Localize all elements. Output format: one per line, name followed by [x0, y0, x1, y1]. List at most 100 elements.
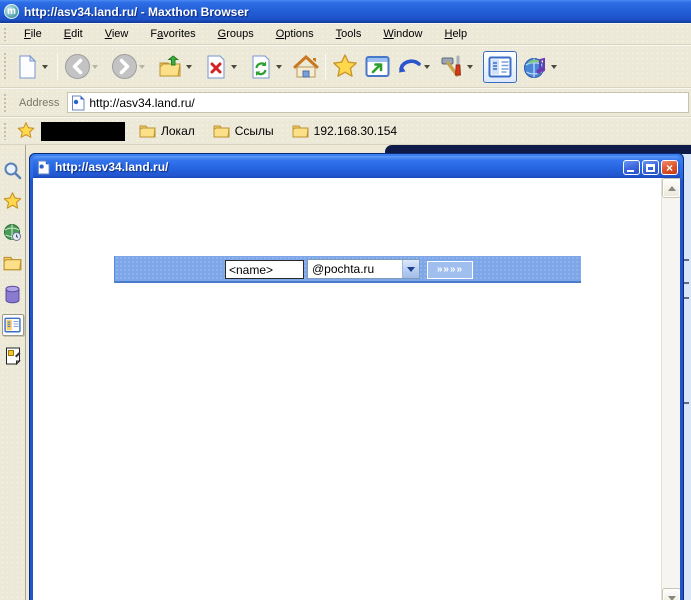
refresh-icon: [252, 55, 270, 78]
media-globe-icon: [524, 57, 546, 78]
scroll-down-button[interactable]: [663, 589, 680, 600]
history-globe-icon: [4, 223, 21, 241]
new-page-icon: [19, 54, 37, 78]
favorites-button[interactable]: [331, 52, 359, 82]
window-title: http://asv34.land.ru/ - Maxthon Browser: [24, 4, 249, 19]
sidebar-item-history[interactable]: [2, 221, 24, 243]
menu-edit[interactable]: Edit: [53, 25, 94, 43]
menu-file[interactable]: File: [13, 25, 53, 43]
sidebar-panel-icon: [488, 56, 512, 77]
workspace: http://asv34.land.ru/ × @pochta.ru »»»»: [0, 145, 691, 600]
chevron-down-icon: [407, 266, 415, 272]
notes-icon: [5, 347, 21, 365]
child-close-button[interactable]: ×: [661, 159, 678, 175]
sidebar-item-feeds[interactable]: [2, 283, 24, 305]
menu-help[interactable]: Help: [433, 25, 478, 43]
favorites-star-icon[interactable]: [17, 122, 35, 140]
favorites-folder-label: 192.168.30.154: [313, 124, 398, 138]
addressbar-grip[interactable]: [3, 93, 8, 112]
resize-window-button[interactable]: [363, 52, 391, 82]
cylinder-icon: [5, 285, 20, 303]
domain-select-value: @pochta.ru: [312, 262, 375, 276]
stop-dropdown[interactable]: [231, 64, 237, 69]
menu-window[interactable]: Window: [372, 25, 433, 43]
open-folder-icon: [3, 256, 22, 271]
favorites-folder-label: Ссылы: [234, 124, 274, 138]
child-browser-window: http://asv34.land.ru/ × @pochta.ru »»»»: [29, 153, 684, 600]
undo-dropdown[interactable]: [424, 64, 430, 69]
back-dropdown[interactable]: [92, 64, 98, 69]
address-input[interactable]: [89, 94, 688, 111]
refresh-dropdown[interactable]: [276, 64, 282, 69]
chevron-down-icon: [667, 595, 676, 600]
tools-dropdown[interactable]: [467, 64, 473, 69]
sidebar: [0, 145, 26, 600]
home-button[interactable]: [292, 52, 320, 82]
menu-bar: File Edit View Favorites Groups Options …: [0, 23, 691, 45]
sidebar-item-favorites[interactable]: [2, 190, 24, 212]
child-window-title: http://asv34.land.ru/: [55, 160, 169, 174]
sidebar-item-folders[interactable]: [2, 252, 24, 274]
vertical-scrollbar[interactable]: [661, 178, 680, 600]
domain-select-arrow[interactable]: [402, 260, 419, 278]
forward-dropdown[interactable]: [139, 64, 145, 69]
redacted-favorite[interactable]: [41, 121, 125, 141]
search-icon: [4, 162, 22, 179]
minimize-icon: [627, 169, 634, 172]
menu-groups[interactable]: Groups: [207, 25, 265, 43]
stop-button[interactable]: [202, 52, 230, 82]
new-page-dropdown[interactable]: [42, 64, 48, 69]
folder-icon: [213, 125, 230, 138]
open-in-folder-dropdown[interactable]: [186, 64, 192, 69]
domain-select[interactable]: @pochta.ru: [307, 259, 420, 279]
menu-favorites[interactable]: Favorites: [139, 25, 206, 43]
window-titlebar: m http://asv34.land.ru/ - Maxthon Browse…: [0, 0, 691, 23]
page-icon: [72, 95, 85, 110]
favorites-bar: Локал Ссылы 192.168.30.154: [0, 117, 691, 145]
close-icon: ×: [665, 160, 673, 175]
refresh-button[interactable]: [247, 52, 275, 82]
new-page-button[interactable]: [13, 52, 41, 82]
favbar-grip[interactable]: [3, 121, 8, 141]
list-panel-icon: [4, 317, 21, 333]
menu-tools[interactable]: Tools: [325, 25, 373, 43]
toolbar: [0, 45, 691, 88]
maxthon-logo-icon: m: [4, 4, 19, 19]
back-icon: [64, 54, 90, 79]
toolbar-separator: [325, 53, 326, 80]
menubar-grip[interactable]: [3, 27, 8, 41]
media-globe-button[interactable]: [522, 52, 550, 82]
child-minimize-button[interactable]: [623, 159, 640, 175]
resize-window-icon: [365, 56, 389, 77]
sidebar-item-list-panel[interactable]: [1, 314, 24, 336]
open-in-folder-button[interactable]: [157, 52, 185, 82]
forward-icon: [111, 54, 137, 79]
back-button[interactable]: [63, 52, 91, 82]
go-button[interactable]: »»»»: [427, 261, 473, 279]
scroll-up-button[interactable]: [663, 179, 680, 197]
background-window-sliver: [683, 154, 691, 600]
folder-icon: [139, 125, 156, 138]
name-input[interactable]: [225, 260, 304, 279]
menu-options[interactable]: Options: [265, 25, 325, 43]
sidebar-toggle-button[interactable]: [483, 50, 517, 83]
child-window-titlebar[interactable]: http://asv34.land.ru/ ×: [33, 156, 680, 178]
maximize-icon: [646, 163, 655, 172]
undo-button[interactable]: [395, 52, 423, 82]
forward-button[interactable]: [110, 52, 138, 82]
sidebar-item-search[interactable]: [2, 159, 24, 181]
address-input-wrap: [67, 92, 689, 113]
star-icon: [3, 191, 22, 209]
menu-view[interactable]: View: [94, 25, 140, 43]
favorites-folder-ip[interactable]: 192.168.30.154: [286, 122, 409, 140]
toolbar-grip[interactable]: [3, 52, 8, 81]
media-globe-dropdown[interactable]: [551, 64, 557, 69]
address-bar: Address: [0, 88, 691, 117]
favorites-folder-ssyly[interactable]: Ссылы: [207, 122, 286, 140]
sidebar-item-notes[interactable]: [2, 345, 24, 367]
favorites-folder-lokal[interactable]: Локал: [133, 122, 207, 140]
star-icon: [333, 53, 357, 77]
open-folder-icon: [159, 54, 181, 76]
tools-button[interactable]: [438, 52, 466, 82]
child-maximize-button[interactable]: [642, 159, 659, 175]
